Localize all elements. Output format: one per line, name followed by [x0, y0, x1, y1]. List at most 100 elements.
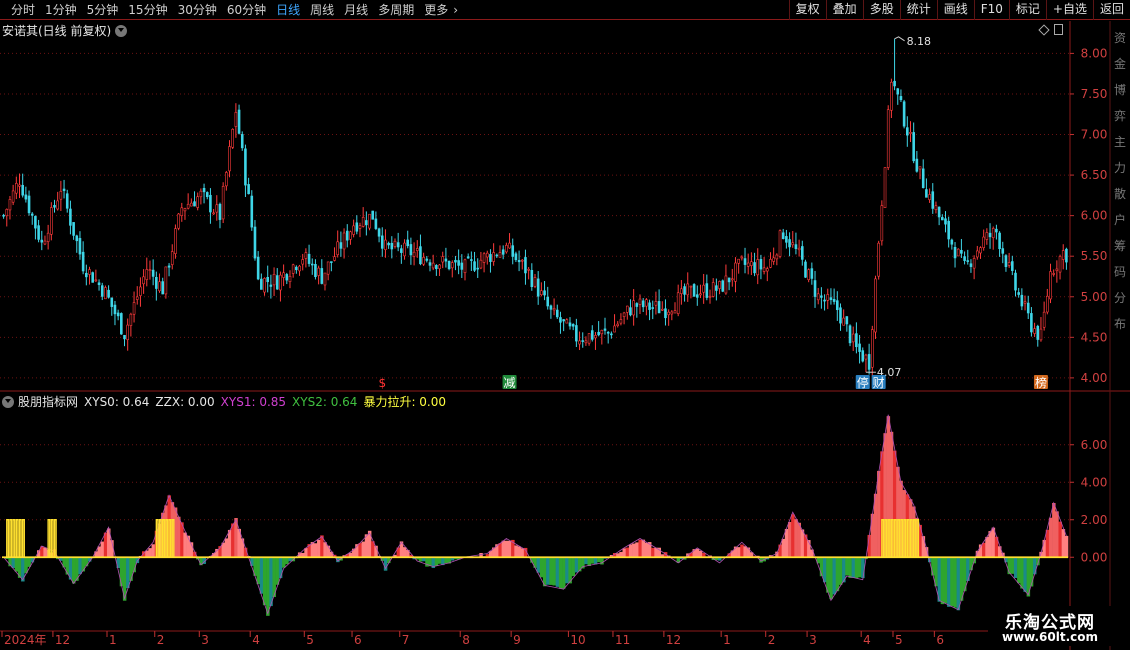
candle-body-151: [482, 253, 486, 263]
candle-body-106: [339, 242, 343, 249]
ind-bar-296: [943, 557, 948, 604]
candle-body-118: [377, 228, 381, 237]
candle-body-47: [151, 269, 155, 277]
candle-body-55: [177, 213, 180, 229]
indicator-dropdown-icon[interactable]: [2, 395, 14, 408]
period-tab-3[interactable]: 15分钟: [123, 0, 172, 20]
tool-button-6[interactable]: 标记: [1008, 0, 1046, 20]
tool-button-1[interactable]: 叠加: [825, 0, 863, 20]
candle-body-143: [457, 260, 460, 266]
candle-body-18: [59, 191, 63, 200]
dropdown-icon[interactable]: [115, 24, 128, 37]
period-tab-10[interactable]: 更多: [419, 0, 453, 20]
tool-button-2[interactable]: 多股: [862, 0, 900, 20]
candle-body-144: [460, 262, 464, 270]
ind-bar-70: [224, 538, 229, 558]
candle-body-212: [676, 292, 680, 314]
strip-char-0: 资: [1114, 31, 1127, 45]
strip-char-3: 弈: [1114, 109, 1127, 123]
ind-bar-126: [402, 547, 407, 558]
kline-chart[interactable]: 8.00 7.50 7.00 6.50 6.00 5.50 5.00 4.50 4.00 8.1…: [0, 21, 1130, 650]
indicator-value-1: ZZX: 0.00: [155, 395, 215, 409]
period-tab-5[interactable]: 60分钟: [222, 0, 271, 20]
candle-body-231: [737, 258, 740, 264]
candle-body-300: [956, 248, 960, 257]
tool-button-5[interactable]: F10: [973, 0, 1009, 20]
ind-bar-163: [520, 548, 525, 558]
candle-body-334: [1065, 248, 1068, 263]
ind-bar-161: [514, 545, 518, 558]
time-label-11: 10: [570, 633, 585, 647]
candle-body-132: [422, 257, 425, 265]
time-label-3: 2: [157, 633, 165, 647]
ind-bar-83: [266, 557, 270, 616]
tool-button-7[interactable]: +自选: [1045, 0, 1093, 20]
ind-bar-75: [240, 538, 245, 558]
price-label-1: 7.50: [1081, 87, 1108, 101]
candle-body-52: [167, 265, 171, 268]
ind-bar-299: [953, 557, 957, 608]
tool-button-8[interactable]: 返回: [1092, 0, 1130, 20]
ind-bar-46: [148, 548, 152, 558]
candle-body-0: [2, 214, 5, 217]
candle-body-233: [743, 258, 747, 265]
candle-body-54: [174, 228, 177, 254]
ind-bar-171: [546, 557, 550, 585]
ind-bar-177: [565, 557, 569, 584]
period-tab-6[interactable]: 日线: [271, 0, 305, 20]
more-chevron-icon[interactable]: ›: [453, 0, 463, 20]
candle-body-63: [202, 188, 206, 193]
candle-body-211: [673, 310, 677, 314]
time-label-2: 1: [109, 633, 117, 647]
period-tab-4[interactable]: 30分钟: [173, 0, 222, 20]
ind-bar-289: [921, 536, 926, 558]
time-label-7: 6: [354, 633, 362, 647]
candle-body-160: [511, 245, 515, 257]
candle-body-58: [186, 203, 190, 209]
panel-toggle-icon[interactable]: [1054, 24, 1063, 35]
tool-button-4[interactable]: 画线: [936, 0, 974, 20]
candle-body-266: [848, 325, 852, 344]
candle-body-19: [62, 188, 66, 191]
time-label-0: 2024年: [4, 633, 47, 647]
candle-body-138: [441, 256, 445, 263]
candle-body-193: [616, 323, 620, 326]
ind-bar-173: [552, 557, 556, 586]
ind-bar-270: [861, 557, 865, 579]
candle-body-286: [912, 132, 915, 162]
period-tab-1[interactable]: 1分钟: [40, 0, 82, 20]
candle-body-207: [660, 308, 664, 311]
period-tab-8[interactable]: 月线: [339, 0, 373, 20]
tool-button-3[interactable]: 统计: [899, 0, 937, 20]
diamond-icon[interactable]: [1038, 23, 1050, 36]
candle-body-239: [762, 267, 766, 272]
candle-body-67: [215, 204, 219, 213]
candle-body-140: [447, 260, 451, 270]
period-tab-0[interactable]: 分时: [6, 0, 40, 20]
ind-bar-268: [854, 557, 859, 579]
candle-body-318: [1014, 272, 1017, 291]
candle-body-53: [170, 251, 174, 265]
candle-body-319: [1017, 292, 1020, 295]
indicator-name[interactable]: 股朋指标网: [18, 393, 78, 410]
candle-body-312: [995, 228, 998, 233]
candle-body-9: [30, 213, 34, 216]
candle-body-229: [730, 278, 734, 281]
candle-body-248: [791, 242, 795, 246]
ind-bar-81: [259, 557, 264, 594]
period-tab-9[interactable]: 多周期: [373, 0, 419, 20]
candle-body-23: [75, 235, 79, 242]
candle-body-131: [419, 246, 422, 265]
time-label-13: 12: [666, 633, 681, 647]
period-tab-2[interactable]: 5分钟: [82, 0, 124, 20]
ind-bar-245: [781, 538, 786, 558]
candle-body-133: [425, 258, 429, 261]
time-label-17: 4: [863, 633, 871, 647]
period-tab-7[interactable]: 周线: [305, 0, 339, 20]
candle-body-155: [495, 254, 499, 257]
candle-body-282: [899, 96, 903, 101]
price-label-4: 6.00: [1081, 209, 1108, 223]
candle-body-70: [225, 172, 228, 187]
tool-button-0[interactable]: 复权: [788, 0, 826, 20]
candle-body-86: [275, 275, 279, 290]
